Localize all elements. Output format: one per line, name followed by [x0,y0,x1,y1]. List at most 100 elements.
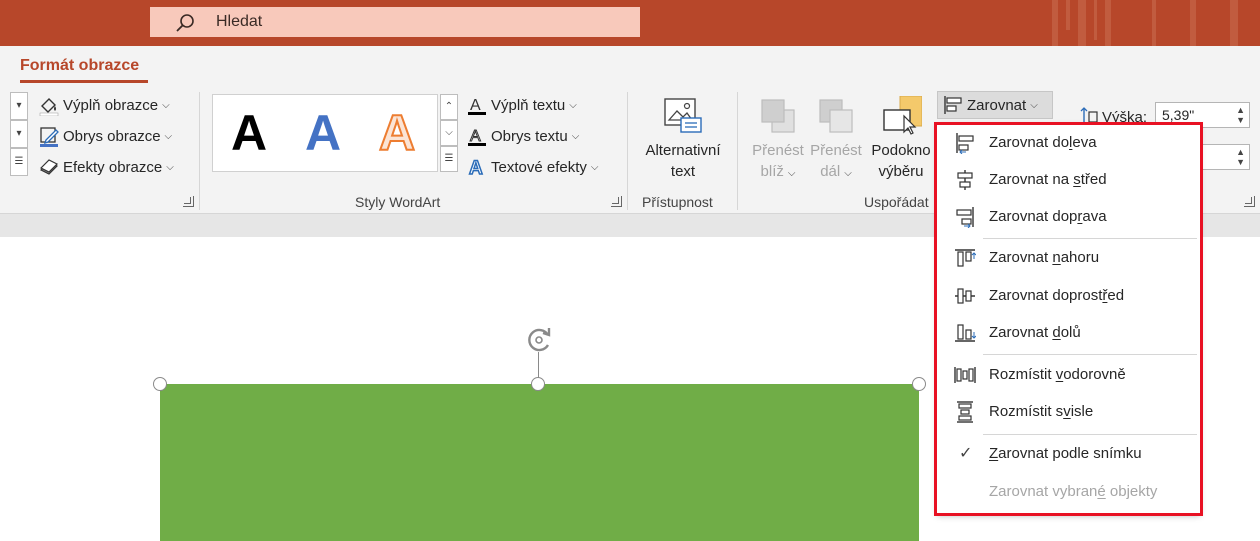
text-outline-label: Obrys textu [491,127,568,145]
menu-separator [983,354,1197,355]
tab-shape-format[interactable]: Formát obrazce [20,57,139,75]
align-button-label: Zarovnat [967,96,1027,114]
selection-pane-label-2: výběru [878,163,924,180]
chevron-down-icon: ⌵ [1030,99,1038,111]
wordart-style-blue[interactable]: A [305,103,341,163]
selected-rectangle-shape[interactable] [160,384,919,541]
wordart-launcher-icon[interactable] [611,196,622,207]
shape-effects-icon [39,159,59,175]
label-part: ahoru [1060,249,1100,266]
wordart-style-orange-outline[interactable]: A [378,103,416,163]
menu-item-align-bottom[interactable]: Zarovnat dolů [937,315,1200,351]
text-outline-button[interactable]: A Obrys textu ⌵ [466,123,579,149]
wordart-style-black[interactable]: A [231,103,267,163]
title-decoration [1190,0,1196,46]
title-decoration [1066,0,1070,30]
wordart-scroll-down[interactable]: ⌵ [440,120,458,146]
rotate-handle-icon[interactable] [522,323,556,357]
label-part: isle [1070,403,1094,420]
resize-handle-top-right[interactable] [912,377,926,391]
shape-gallery-scroll-down[interactable]: ▾ [10,120,28,148]
width-spinner[interactable]: ▲ ▼ [1236,147,1245,167]
height-spinner[interactable]: ▲ ▼ [1236,105,1245,125]
chevron-down-icon: ⌵ [844,168,852,179]
menu-item-align-middle[interactable]: Zarovnat doprostřed [937,278,1200,314]
menu-item-align-selected-objects: Zarovnat vybrané objekty [937,474,1200,510]
chevron-down-icon: ⌵ [590,161,599,173]
access-key: n [1052,249,1061,266]
group-label-accessibility: Přístupnost [642,194,713,210]
menu-item-align-right[interactable]: Zarovnat doprava [937,199,1200,235]
checkmark-icon: ✓ [959,445,973,462]
shape-effects-button[interactable]: Efekty obrazce ⌵ [38,154,174,180]
wordart-more[interactable]: ☰ [440,146,458,172]
search-icon [176,14,194,32]
label-part: Zarovnat dop [989,208,1078,225]
menu-label-align-bottom: Zarovnat dolů [989,324,1081,341]
label-part: Rozmístit s [989,403,1064,420]
distribute-vertically-icon [957,401,973,423]
menu-label-distribute-vertically: Rozmístit svisle [989,403,1093,420]
label-part: objekty [1105,483,1158,500]
shape-gallery-more[interactable]: ☰ [10,148,28,176]
text-fill-label: Výplň textu [491,96,566,114]
label-part: Zarovnat doprost [989,287,1103,304]
wordart-gallery[interactable]: A A A [212,94,438,172]
menu-item-align-center[interactable]: Zarovnat na střed [937,162,1200,198]
tab-active-indicator [20,80,148,83]
label-part: arovnat podle snímku [998,445,1142,462]
shape-fill-button[interactable]: Výplň obrazce ⌵ [38,92,170,118]
shape-styles-launcher-icon[interactable] [183,196,194,207]
text-outline-icon: A [468,128,486,146]
alt-text-label-2: text [670,163,696,180]
group-label-arrange: Uspořádat [864,194,929,210]
send-backward-icon [819,99,853,133]
menu-item-align-to-slide[interactable]: ✓ Zarovnat podle snímku [937,436,1200,472]
size-launcher-icon[interactable] [1244,196,1255,207]
height-label-text: Výška: [1102,108,1148,126]
menu-item-align-left[interactable]: Zarovnat doleva [937,125,1200,161]
title-decoration [1052,0,1058,46]
send-backward-button[interactable]: Přenést dál ⌵ [806,96,866,184]
resize-handle-top-left[interactable] [153,377,167,391]
access-key: é [1097,483,1106,500]
label-part: ava [1082,208,1107,225]
title-decoration [1152,0,1156,46]
label-part: třed [1080,171,1107,188]
shape-outline-button[interactable]: Obrys obrazce ⌵ [38,123,172,149]
shape-gallery-scroll-up[interactable]: ▾ [10,92,28,120]
access-key: s [1073,171,1081,188]
label-part: ed [1107,287,1125,304]
align-button[interactable]: Zarovnat ⌵ [937,91,1053,119]
text-effects-button[interactable]: A Textové efekty ⌵ [466,154,598,180]
selection-pane-icon [883,96,922,135]
selection-pane-button[interactable]: Podokno výběru [866,96,936,182]
menu-item-align-top[interactable]: Zarovnat nahoru [937,240,1200,276]
chevron-down-icon: ⌵ [162,99,170,111]
label-part: Zarovnat [989,249,1053,266]
alt-text-button[interactable]: Alternativní text [636,96,730,182]
label-part: Rozmístit [989,366,1056,383]
text-fill-button[interactable]: A Výplň textu ⌵ [466,92,577,118]
search-label: Hledat [216,13,263,30]
bring-forward-label-1: Přenést [752,142,804,159]
resize-handle-top-center[interactable] [531,377,545,391]
align-bottom-icon [955,324,976,342]
chevron-down-icon: ⌵ [569,99,577,111]
selection-pane-label-1: Podokno [871,142,931,159]
group-label-wordart: Styly WordArt [355,194,441,210]
label-part: Zarovnat [989,324,1053,341]
search-box[interactable]: Hledat [150,7,640,37]
wordart-scroll-up[interactable]: ⌃ [440,94,458,120]
bring-forward-icon [761,99,795,133]
bring-forward-button[interactable]: Přenést blíž ⌵ [748,96,808,184]
align-dropdown-menu: Zarovnat doleva Zarovnat na střed Zarovn… [937,124,1200,514]
chevron-down-icon: ⌵ [787,168,796,179]
align-right-icon [956,207,974,228]
send-backward-label-2: dál [820,163,841,180]
menu-item-distribute-vertically[interactable]: Rozmístit svisle [937,394,1200,430]
group-separator [737,92,738,210]
menu-item-distribute-horizontally[interactable]: Rozmístit vodorovně [937,357,1200,393]
align-center-icon [957,170,973,190]
menu-label-distribute-horizontally: Rozmístit vodorovně [989,366,1126,383]
